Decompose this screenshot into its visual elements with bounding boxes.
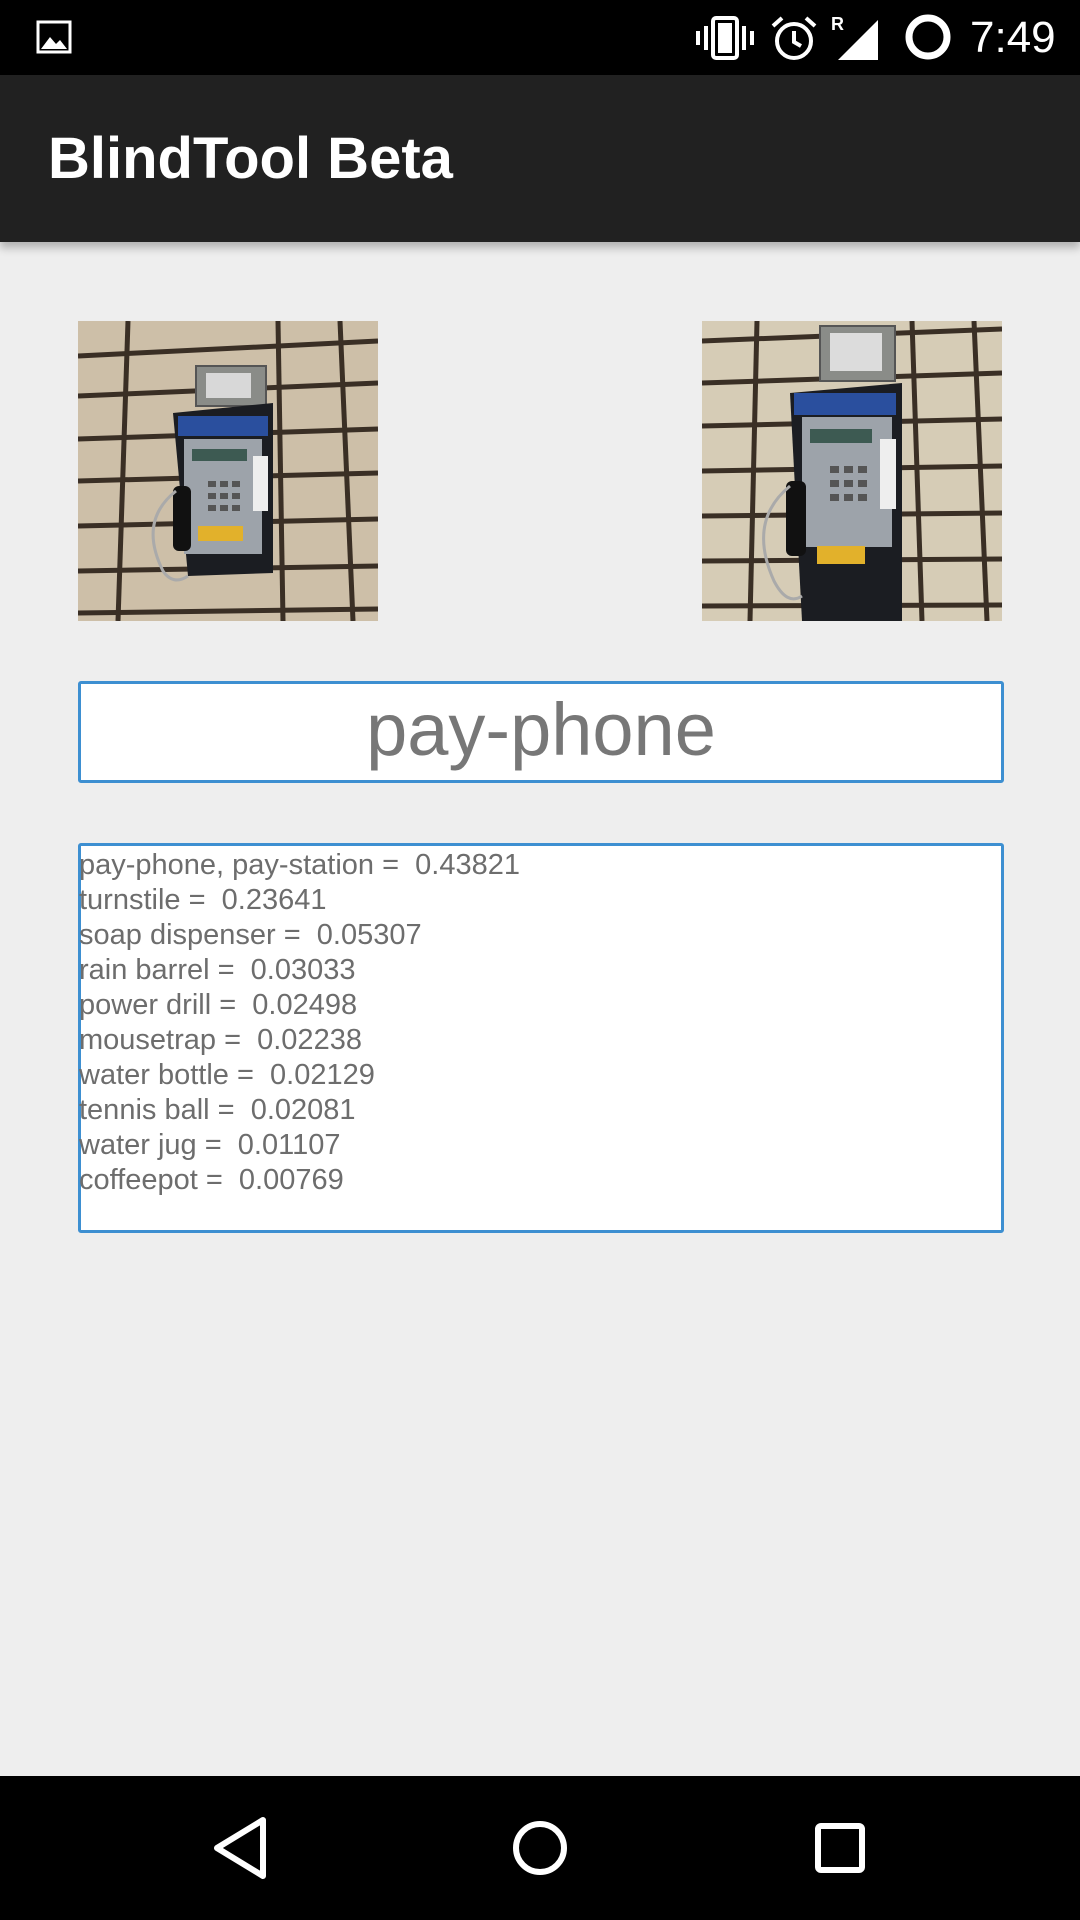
results-list: pay-phone, pay-station = 0.43821 turnsti… bbox=[79, 846, 1001, 1198]
camera-frame-left bbox=[78, 321, 378, 621]
app-bar: BlindTool Beta bbox=[0, 75, 1080, 242]
list-item: turnstile = 0.23641 bbox=[79, 884, 327, 916]
list-item: tennis ball = 0.02081 bbox=[79, 1094, 356, 1126]
roaming-indicator: R bbox=[831, 14, 844, 34]
battery-icon bbox=[905, 14, 951, 60]
gallery-icon bbox=[36, 20, 72, 54]
list-item: mousetrap = 0.02238 bbox=[79, 1024, 362, 1056]
list-item: power drill = 0.02498 bbox=[79, 989, 358, 1021]
list-item: pay-phone, pay-station = 0.43821 bbox=[79, 849, 520, 881]
list-item: soap dispenser = 0.05307 bbox=[79, 919, 422, 951]
list-item: rain barrel = 0.03033 bbox=[79, 954, 356, 986]
status-clock: 7:49 bbox=[970, 13, 1056, 62]
alarm-icon bbox=[771, 16, 817, 60]
camera-frame-right bbox=[702, 321, 1002, 621]
payphone-photo-left bbox=[78, 321, 378, 621]
recents-icon[interactable] bbox=[804, 1812, 876, 1884]
navigation-bar bbox=[0, 1776, 1080, 1920]
signal-icon: R bbox=[831, 14, 878, 60]
home-icon[interactable] bbox=[504, 1812, 576, 1884]
status-bar: R 7:49 bbox=[0, 0, 1080, 75]
list-item: coffeepot = 0.00769 bbox=[79, 1164, 344, 1196]
results-list-box: pay-phone, pay-station = 0.43821 turnsti… bbox=[78, 843, 1004, 1233]
list-item: water bottle = 0.02129 bbox=[79, 1059, 375, 1091]
app-title: BlindTool Beta bbox=[48, 126, 453, 191]
prediction-label-box: pay-phone bbox=[78, 681, 1004, 783]
vibrate-icon bbox=[696, 16, 754, 60]
back-icon[interactable] bbox=[205, 1812, 277, 1884]
list-item: water jug = 0.01107 bbox=[79, 1129, 341, 1161]
payphone-photo-right bbox=[702, 321, 1002, 621]
prediction-label: pay-phone bbox=[366, 688, 716, 771]
